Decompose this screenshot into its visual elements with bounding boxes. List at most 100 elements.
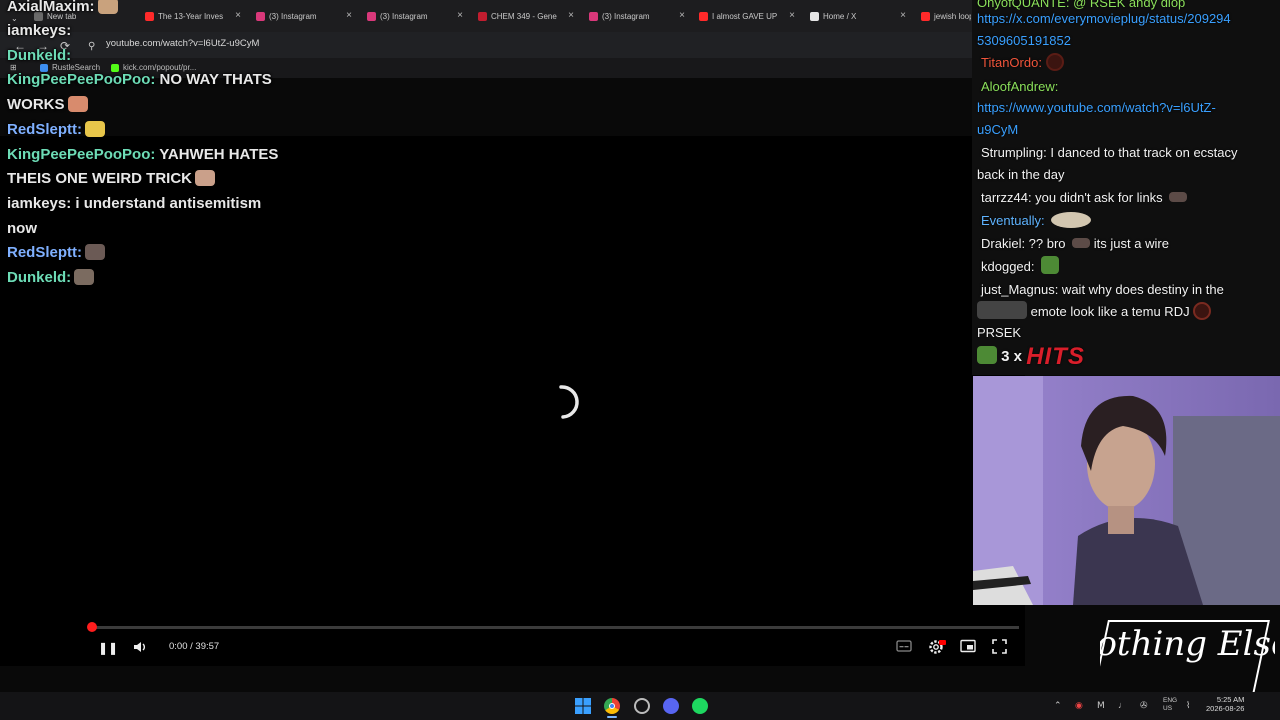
language-indicator[interactable]: ENG US xyxy=(1163,697,1177,713)
tray-app-icon[interactable]: Ⅿ xyxy=(1097,700,1105,711)
left-chat-line: RedSleptt: xyxy=(7,244,105,262)
chat-emote-icon xyxy=(85,121,105,137)
left-chat-line: iamkeys: i understand antisemitism xyxy=(7,195,261,213)
wire-emote-icon xyxy=(1169,192,1188,202)
captions-icon xyxy=(896,640,912,652)
network-icon[interactable]: ⌇ xyxy=(1186,700,1190,711)
tray-app-icon[interactable]: ◉ xyxy=(1075,700,1083,711)
microphone-icon[interactable]: ♩ xyxy=(1118,700,1127,710)
tab-active-video[interactable]: jewish loophole xyxy=(921,7,971,25)
scrubber-handle[interactable] xyxy=(87,622,97,632)
tray-app-icon[interactable]: ✇ xyxy=(1140,700,1148,711)
captions-button[interactable] xyxy=(896,639,912,655)
combo-count: 3 x xyxy=(1001,348,1023,365)
time-display: 0:00 / 39:57 xyxy=(169,641,220,652)
pause-button[interactable]: ❚❚ xyxy=(98,639,118,655)
chat-message: its just a wire xyxy=(1093,236,1169,251)
volume-icon xyxy=(134,642,145,652)
chat-username: TitanOrdo: xyxy=(981,55,1042,70)
left-chat-line: KingPeePeePooPoo: NO WAY THATS xyxy=(7,71,272,89)
left-chat-line: AxialMaxim: xyxy=(7,0,118,16)
chat-link-x-continued[interactable]: 5309605191852 xyxy=(977,30,1071,52)
chat-username: Dunkeld: xyxy=(7,269,72,286)
chat-message: i understand antisemitism xyxy=(71,195,262,212)
combo-line: 3 x HITS xyxy=(977,345,1085,369)
youtube-icon xyxy=(145,11,154,21)
settings-gear-icon xyxy=(929,640,946,654)
svg-text:Nothing Else?: Nothing Else? xyxy=(1100,624,1275,664)
close-tab-icon[interactable]: × xyxy=(457,10,463,21)
left-chat-line: Dunkeld: xyxy=(7,269,95,287)
emote-icon xyxy=(1045,53,1064,71)
chat-line-strumpling: Strumpling: I danced to that track on ec… xyxy=(981,145,1238,160)
video-player[interactable] xyxy=(0,136,1025,666)
chat-emote-icon xyxy=(85,244,105,260)
close-tab-icon[interactable]: × xyxy=(568,10,574,21)
tab-youtube-1[interactable]: The 13-Year Inves × xyxy=(145,7,241,25)
windows-start-icon[interactable] xyxy=(575,698,591,714)
tab-instagram-3[interactable]: (3) Instagram × xyxy=(589,7,685,25)
pepe-emote-icon xyxy=(1041,256,1060,274)
volume-button[interactable] xyxy=(132,639,148,655)
site-info-icon[interactable]: ⚲ xyxy=(88,37,102,55)
chat-link-x[interactable]: https://x.com/everymovieplug/status/2092… xyxy=(977,8,1231,30)
active-app-indicator xyxy=(607,716,617,718)
pause-icon: ❚❚ xyxy=(98,641,119,655)
tab-x-home[interactable]: Home / X × xyxy=(810,7,906,25)
close-tab-icon[interactable]: × xyxy=(900,10,906,21)
chat-message: Drakiel: ?? bro xyxy=(981,236,1066,251)
chat-username: iamkeys: xyxy=(7,22,72,39)
left-chat-line: THEIS ONE WEIRD TRICK xyxy=(7,170,216,188)
chat-username: Dunkeld: xyxy=(7,47,72,64)
emote-icon xyxy=(1051,212,1092,228)
loading-spinner-icon xyxy=(559,385,579,419)
settings-button[interactable] xyxy=(928,639,946,655)
tab-instagram-1[interactable]: (3) Instagram × xyxy=(256,7,352,25)
discord-icon[interactable] xyxy=(663,698,679,714)
youtube-icon xyxy=(478,11,487,21)
fullscreen-button[interactable] xyxy=(992,639,1007,655)
webcam-feed xyxy=(973,376,1280,605)
chrome-icon[interactable] xyxy=(604,698,620,714)
tray-overflow-icon[interactable]: ⌃ xyxy=(1054,700,1062,711)
chat-message: NO WAY THATS xyxy=(155,71,272,88)
chat-message: tarrzz44: you didn't ask for links xyxy=(981,190,1163,205)
chat-emote-icon xyxy=(74,269,95,285)
chat-emote-icon xyxy=(97,0,118,14)
miniplayer-button[interactable] xyxy=(960,639,976,655)
chat-line-just-magnus-continued: emote look like a temu RDJ xyxy=(977,301,1212,323)
progress-bar[interactable] xyxy=(91,626,1019,629)
spotify-icon[interactable] xyxy=(692,698,708,714)
tab-chem-349[interactable]: CHEM 349 - Gene × xyxy=(478,7,574,25)
chat-line-drakiel: Drakiel: ?? bro its just a wire xyxy=(981,233,1169,255)
chat-emote-icon xyxy=(195,170,216,186)
chat-message: now xyxy=(7,220,37,237)
chat-line-just-magnus: just_Magnus: wait why does destiny in th… xyxy=(981,282,1224,297)
chat-message: THEIS ONE WEIRD TRICK xyxy=(7,170,193,187)
url-field[interactable]: youtube.com/watch?v=l6UtZ-u9CyM xyxy=(106,38,259,49)
tab-instagram-2[interactable]: (3) Instagram × xyxy=(367,7,463,25)
left-chat-line: WORKS xyxy=(7,96,88,114)
chat-username: RedSleptt: xyxy=(7,244,82,261)
chat-link-youtube[interactable]: https://www.youtube.com/watch?v=l6UtZ- xyxy=(977,97,1216,119)
chat-line-tarrzz44: tarrzz44: you didn't ask for links xyxy=(981,187,1188,209)
close-tab-icon[interactable]: × xyxy=(346,10,352,21)
chat-link-youtube-continued[interactable]: u9CyM xyxy=(977,119,1018,141)
wire-emote-icon xyxy=(1072,238,1091,248)
chat-line-prsek: PRSEK xyxy=(977,325,1022,340)
chat-line-eventually: Eventually: xyxy=(981,210,1092,232)
instagram-icon xyxy=(256,11,265,21)
tab-youtube-2[interactable]: I almost GAVE UP × xyxy=(699,7,795,25)
close-tab-icon[interactable]: × xyxy=(235,10,241,21)
destiny-emote-icon xyxy=(977,301,1027,319)
app-icon[interactable] xyxy=(634,698,650,714)
close-tab-icon[interactable]: × xyxy=(789,10,795,21)
chat-username: AloofAndrew: xyxy=(981,79,1059,94)
close-tab-icon[interactable]: × xyxy=(679,10,685,21)
left-chat-line: KingPeePeePooPoo: YAHWEH HATES xyxy=(7,146,278,164)
chat-username: RedSleptt: xyxy=(7,121,82,138)
taskbar-clock[interactable]: 5:25 AM 2026-08-26 xyxy=(1206,695,1244,713)
chat-username: KingPeePeePooPoo: xyxy=(7,146,156,163)
youtube-icon xyxy=(921,11,930,21)
instagram-icon xyxy=(589,11,598,21)
